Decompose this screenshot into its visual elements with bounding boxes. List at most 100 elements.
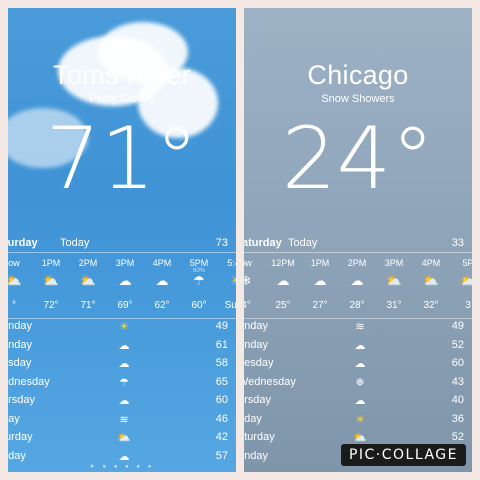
day-name: aturday: [244, 237, 282, 249]
condition-label: Partly Cloudy: [89, 93, 155, 105]
city-name: Toms River: [52, 60, 191, 90]
cloud-icon: ☁: [354, 358, 366, 370]
hourly-forecast[interactable]: ow❄4°12PM☁25°1PM☁27°2PM☁28°3PM⛅31°4PM⛅32…: [244, 258, 472, 318]
daily-row: unday ☀ 49: [8, 320, 236, 338]
daily-row: unday ≋ 49: [244, 320, 472, 338]
sun-icon: ☀: [119, 321, 129, 333]
daily-row: ursday ☁ 60: [8, 394, 236, 412]
day-high: 65: [215, 375, 228, 388]
today-label: Today: [60, 237, 90, 249]
hour-label: 1PM: [310, 258, 330, 268]
condition-label: Snow Showers: [321, 93, 395, 105]
cloud-icon: ☁: [118, 450, 130, 463]
divider: [244, 318, 472, 319]
daily-row: onday ☁ 52: [244, 339, 472, 357]
weather-panel-chicago: Chicago Snow Showers 24° aturday Today 3…: [244, 8, 472, 472]
daily-row: onday ☁ 61: [8, 339, 236, 357]
day-name: unday: [244, 449, 268, 462]
day-name: riday: [244, 412, 262, 425]
day-name: day: [8, 412, 20, 425]
partly-sunny-icon: ⛅: [42, 273, 60, 288]
hour-label: 2PM: [78, 258, 98, 268]
cloud-icon: ☁: [350, 273, 364, 288]
hour-temperature: 32°: [423, 300, 439, 311]
hour-label: 4PM: [421, 258, 441, 268]
hour-label: 4PM: [152, 258, 172, 268]
daily-row: ursday ☁ 40: [244, 394, 472, 412]
day-high: 57: [215, 449, 228, 462]
snow-icon: ❄: [355, 376, 365, 389]
day-high: 52: [451, 338, 464, 351]
partly-sunny-icon: ⛅: [79, 273, 97, 288]
day-high: 60: [451, 357, 464, 369]
hour-temperature: 69°: [117, 300, 133, 311]
divider: [8, 318, 236, 319]
today-row: aturday Today 33: [244, 237, 472, 251]
hour-temperature: 62°: [154, 300, 170, 311]
wind-icon: ≋: [355, 321, 365, 333]
day-high: 49: [215, 320, 228, 332]
daily-row: riday ☀ 36: [244, 413, 472, 431]
weather-panel-toms-river: Toms River Partly Cloudy 71° turday Toda…: [8, 8, 236, 472]
partly-sunny-icon: ⛅: [385, 273, 403, 288]
cloud-icon: ☁: [276, 273, 290, 288]
hour-label: 5P: [462, 258, 472, 268]
today-row: turday Today 73: [8, 237, 236, 251]
day-name: turday: [8, 237, 38, 249]
partly-sunny-icon: ⛅: [459, 273, 472, 288]
partly-sunny-icon: ⛅: [353, 432, 367, 444]
hour-label: 2PM: [347, 258, 367, 268]
day-high: 58: [215, 357, 228, 369]
sun-icon: ☀: [355, 413, 365, 426]
cloud-icon: ☁: [354, 339, 366, 352]
divider: [244, 252, 472, 253]
sunset-icon: ☀: [216, 274, 236, 287]
cloud-icon: ☁: [118, 273, 132, 288]
cloud-icon: ☁: [155, 273, 169, 288]
hour-label: 1PM: [41, 258, 61, 268]
current-temperature: 24°: [281, 109, 435, 209]
rain-icon: ☂: [193, 273, 205, 288]
daily-row: Wednesday ❄ 43: [244, 376, 472, 394]
hour-temperature: 28°: [349, 300, 365, 311]
day-high: 52: [451, 431, 464, 443]
day-name: ednesday: [8, 375, 50, 388]
today-label: Today: [288, 237, 318, 249]
day-high: 43: [451, 375, 464, 388]
partly-sunny-icon: ⛅: [422, 273, 440, 288]
daily-row: day ≋ 46: [8, 413, 236, 431]
day-name: turday: [8, 431, 33, 443]
day-name: nday: [8, 449, 26, 462]
hourly-forecast[interactable]: ow ⛅ ° 1PM ⛅ 72° 2PM ⛅ 71° 3PM ☁ 69° 4PM ☁ 62° 5PM 60% ☂ 6…: [8, 258, 236, 318]
day-high: 60: [215, 394, 228, 406]
hour-temperature: 31°: [386, 300, 402, 311]
hour-temperature: 60°: [191, 300, 207, 311]
pic-collage-watermark: PIC·COLLAGE: [340, 444, 466, 466]
day-name: aturday: [244, 431, 275, 443]
day-high: 42: [215, 431, 228, 443]
hour-temperature: 72°: [43, 300, 59, 311]
daily-row: esday ☁ 58: [8, 357, 236, 375]
day-name: unday: [8, 320, 32, 332]
cloud-icon: ☁: [118, 358, 130, 370]
hour-label: 3PM: [384, 258, 404, 268]
day-name: ursday: [8, 394, 36, 406]
day-high: 36: [451, 412, 464, 425]
hour-temperature: 25°: [275, 300, 291, 311]
hour-temperature: 71°: [80, 300, 96, 311]
day-name: onday: [8, 338, 32, 351]
cloud-icon: ☁: [313, 273, 327, 288]
day-name: unday: [244, 320, 268, 332]
daily-row: uesday ☁ 60: [244, 357, 472, 375]
today-high: 73: [215, 237, 228, 249]
wind-icon: ≋: [119, 413, 129, 426]
day-name: ursday: [244, 394, 272, 406]
day-high: 61: [215, 338, 228, 351]
hour-label: 5:44: [227, 258, 236, 268]
page-indicator[interactable]: ➤ ● ● ● ● ●: [8, 463, 236, 470]
day-name: uesday: [244, 357, 274, 369]
rain-icon: ☂: [119, 376, 129, 389]
hour-label: 3PM: [115, 258, 135, 268]
current-temperature: 71°: [45, 109, 199, 209]
day-name: onday: [244, 338, 268, 351]
